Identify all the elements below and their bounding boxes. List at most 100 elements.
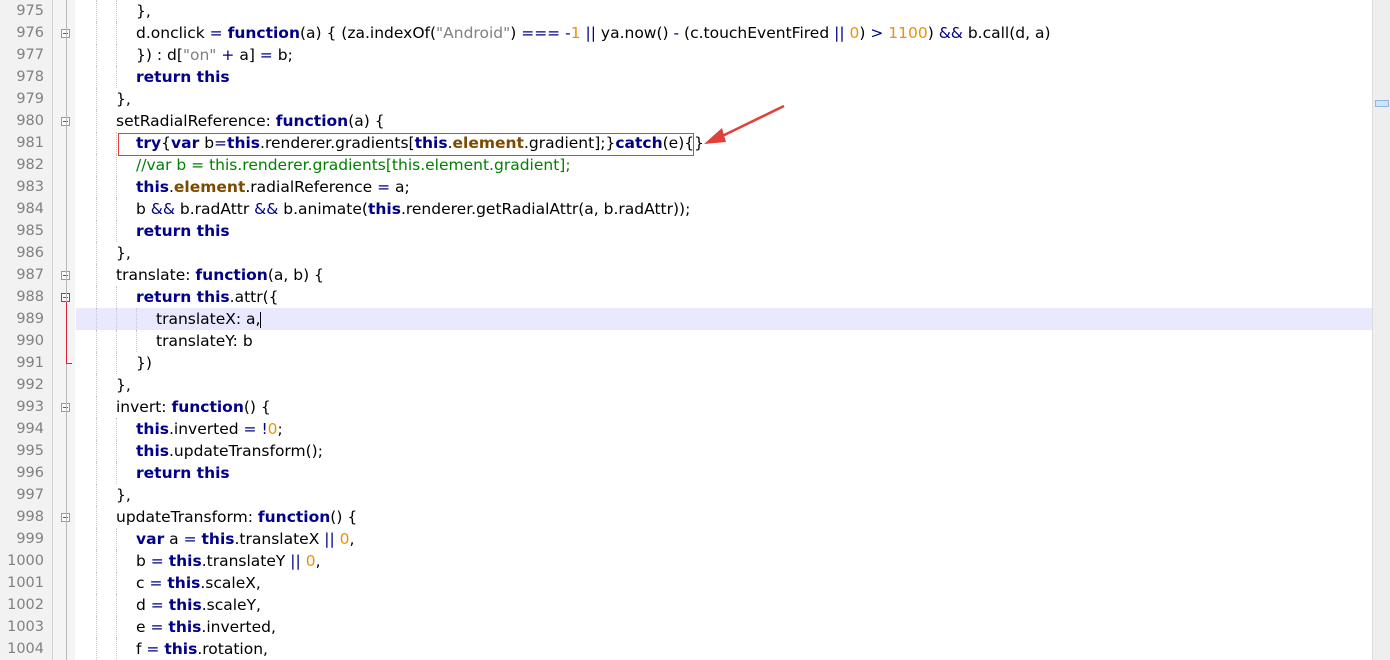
- indent-guide: [96, 594, 97, 616]
- code-line[interactable]: e = this.inverted,: [76, 616, 1372, 638]
- indent-guide: [136, 308, 137, 330]
- code-line-text: this.element.radialReference = a;: [136, 176, 410, 198]
- code-line-text: d = this.scaleY,: [136, 594, 261, 616]
- indent-guide: [116, 528, 117, 550]
- code-line-text: b && b.radAttr && b.animate(this.rendere…: [136, 198, 690, 220]
- code-token: translateY: b: [156, 332, 253, 350]
- code-line-text: }): [136, 352, 152, 374]
- code-line[interactable]: d.onclick = function(a) { (za.indexOf("A…: [76, 22, 1372, 44]
- code-token: =: [149, 574, 163, 592]
- indent-guide: [96, 242, 97, 264]
- code-line-text: },: [116, 88, 131, 110]
- indent-guide: [96, 638, 97, 660]
- line-number: 1002: [7, 597, 44, 613]
- code-line[interactable]: return this: [76, 462, 1372, 484]
- code-line[interactable]: }) : d["on" + a] = b;: [76, 44, 1372, 66]
- code-token: return this: [136, 222, 230, 240]
- code-line[interactable]: c = this.scaleX,: [76, 572, 1372, 594]
- indent-guide: [96, 308, 97, 330]
- code-token: (a) { (za.indexOf(: [300, 24, 437, 42]
- line-number: 981: [16, 135, 44, 151]
- code-token: return this: [136, 68, 230, 86]
- scrollbar-thumb[interactable]: [1375, 100, 1389, 107]
- code-line[interactable]: },: [76, 242, 1372, 264]
- code-token: invert:: [116, 398, 172, 416]
- code-editor[interactable]: 975 976 977 978 979 980 981 982 983 984 985 986 987 9…: [0, 0, 1390, 660]
- code-area[interactable]: }, d.onclick = function(a) { (za.indexOf(…: [76, 0, 1372, 660]
- code-line[interactable]: invert: function() {: [76, 396, 1372, 418]
- code-token: .scaleX,: [200, 574, 261, 592]
- code-line-text: },: [116, 484, 131, 506]
- code-token: element: [173, 178, 246, 196]
- code-token: this: [168, 596, 202, 614]
- code-line-text: },: [136, 0, 151, 22]
- code-token: .inverted: [168, 420, 244, 438]
- code-line[interactable]: },: [76, 0, 1372, 22]
- code-token: this: [167, 574, 201, 592]
- indent-guide: [116, 220, 117, 242]
- code-line[interactable]: return this: [76, 220, 1372, 242]
- code-line[interactable]: translate: function(a, b) {: [76, 264, 1372, 286]
- code-line[interactable]: translateX: a,: [76, 308, 1372, 330]
- fold-end-tick: [66, 363, 72, 364]
- code-token: (a) {: [348, 112, 385, 130]
- code-token: function: [195, 266, 268, 284]
- indent-guide: [96, 374, 97, 396]
- code-line[interactable]: }): [76, 352, 1372, 374]
- indent-guide: [96, 88, 97, 110]
- code-line[interactable]: return this.attr({: [76, 286, 1372, 308]
- code-token: &&: [150, 200, 175, 218]
- code-token: =: [377, 178, 391, 196]
- code-token: this: [367, 200, 401, 218]
- code-token: return this: [136, 288, 230, 306]
- annotation-arrow-icon: [704, 104, 785, 144]
- code-line[interactable]: },: [76, 374, 1372, 396]
- code-line[interactable]: translateY: b: [76, 330, 1372, 352]
- indent-guide: [96, 22, 97, 44]
- indent-guide: [96, 616, 97, 638]
- code-line-text: updateTransform: function() {: [116, 506, 357, 528]
- line-number: 1003: [7, 619, 44, 635]
- code-token: d: [136, 596, 151, 614]
- code-token: this: [136, 442, 169, 460]
- code-line[interactable]: //var b = this.renderer.gradients[this.e…: [76, 154, 1372, 176]
- indent-guide: [116, 44, 117, 66]
- line-number: 998: [16, 509, 44, 525]
- code-line-text: f = this.rotation,: [136, 638, 268, 660]
- line-number: 983: [16, 179, 44, 195]
- code-line[interactable]: updateTransform: function() {: [76, 506, 1372, 528]
- code-line[interactable]: },: [76, 484, 1372, 506]
- code-token: function: [227, 24, 300, 42]
- code-line-text: translate: function(a, b) {: [116, 264, 324, 286]
- indent-guide: [96, 132, 97, 154]
- indent-guide: [96, 110, 97, 132]
- code-token: 0: [305, 552, 316, 570]
- line-number: 982: [16, 157, 44, 173]
- line-number: 984: [16, 201, 44, 217]
- indent-guide: [116, 550, 117, 572]
- code-token: .renderer.getRadialAttr(a, b.radAttr));: [400, 200, 691, 218]
- code-line[interactable]: f = this.rotation,: [76, 638, 1372, 660]
- code-line[interactable]: this.inverted = !0;: [76, 418, 1372, 440]
- code-token: a;: [390, 178, 410, 196]
- code-token: this: [201, 530, 235, 548]
- code-token: translate:: [116, 266, 196, 284]
- code-line[interactable]: var a = this.translateX || 0,: [76, 528, 1372, 550]
- code-token: //var b = this.renderer.gradients[this.e…: [136, 156, 571, 174]
- code-token: >: [870, 24, 884, 42]
- code-token: },: [116, 486, 131, 504]
- indent-guide: [96, 330, 97, 352]
- code-line[interactable]: this.updateTransform();: [76, 440, 1372, 462]
- code-line[interactable]: return this: [76, 66, 1372, 88]
- code-line[interactable]: b = this.translateY || 0,: [76, 550, 1372, 572]
- indent-guide: [116, 440, 117, 462]
- vertical-scrollbar[interactable]: [1372, 0, 1390, 660]
- code-line-text: this.updateTransform();: [136, 440, 323, 462]
- code-line[interactable]: d = this.scaleY,: [76, 594, 1372, 616]
- code-line[interactable]: b && b.radAttr && b.animate(this.rendere…: [76, 198, 1372, 220]
- indent-guide: [96, 264, 97, 286]
- code-line[interactable]: this.element.radialReference = a;: [76, 176, 1372, 198]
- code-token: this: [164, 640, 198, 658]
- line-number: 995: [16, 443, 44, 459]
- indent-guide: [116, 594, 117, 616]
